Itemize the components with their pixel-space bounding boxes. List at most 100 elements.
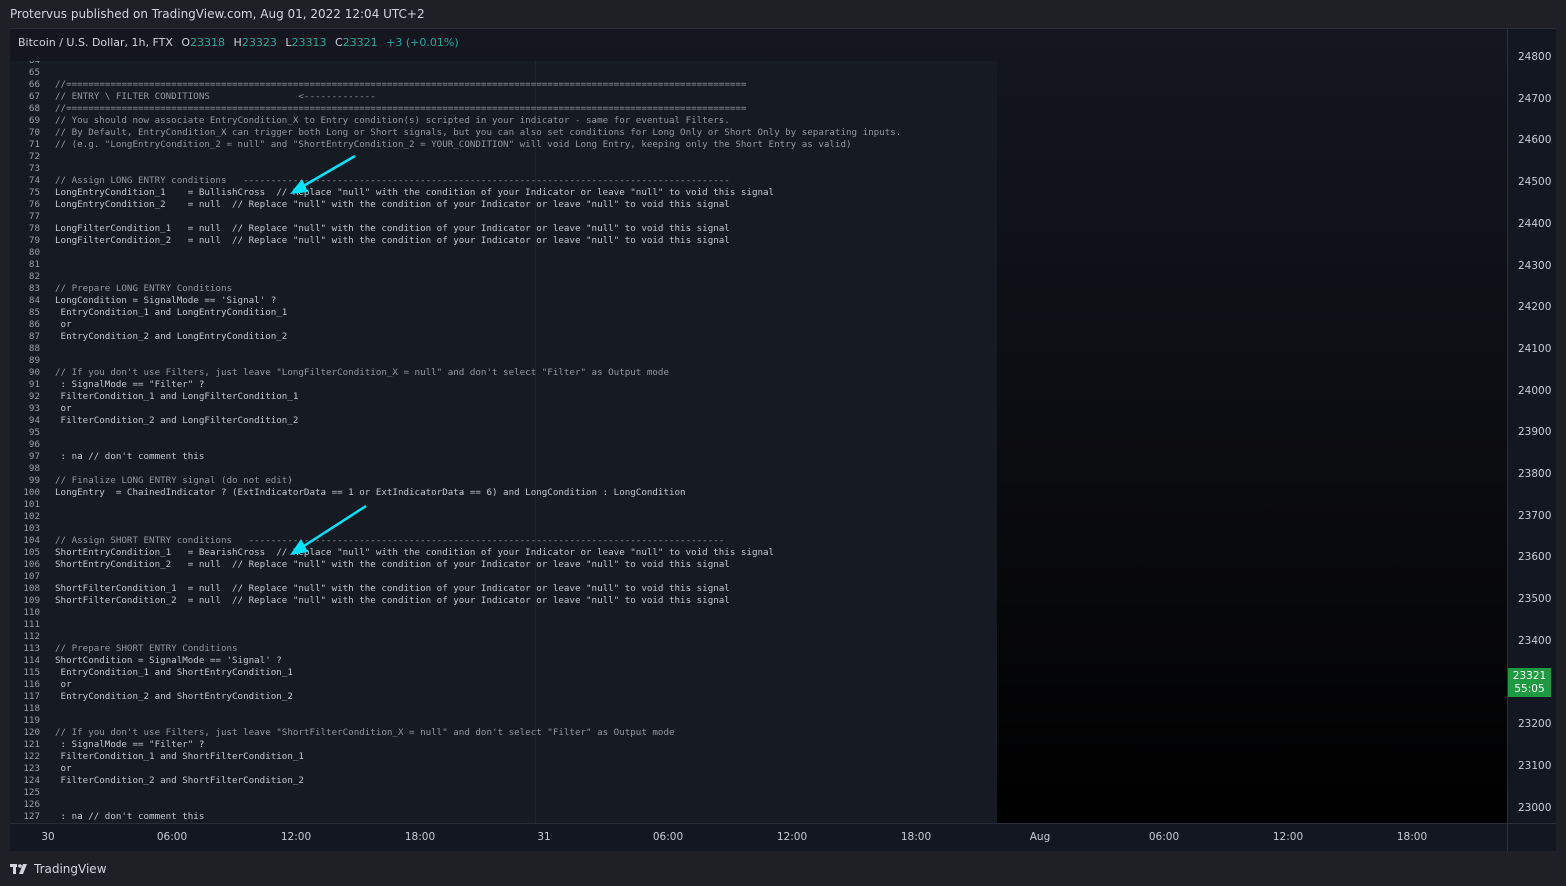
open-value: 23318 [190,36,226,49]
code-line: 82 [10,271,901,283]
line-text: or [55,403,72,414]
line-text: LongEntryCondition_1 = BullishCross // R… [55,187,775,198]
line-number: 112 [23,631,40,642]
high-label: H [233,36,242,49]
line-text: ShortFilterCondition_1 = null // Replace… [55,583,730,594]
tradingview-wordmark: TradingView [34,862,107,876]
line-text: // If you don't use Filters, just leave … [55,727,675,738]
axis-corner[interactable] [1507,823,1556,851]
code-line: 92 FilterCondition_1 and LongFilterCondi… [10,391,901,403]
symbol-legend[interactable]: Bitcoin / U.S. Dollar, 1h, FTX O23318 H 2… [18,36,459,49]
price-tick: 24800 [1518,51,1552,63]
code-line: 95 [10,427,901,439]
line-number: 85 [28,307,40,318]
code-line: 93 or [10,403,901,415]
code-line: 91 : SignalMode == "Filter" ? [10,379,901,391]
open-label: O [181,36,191,49]
code-line: 124 FilterCondition_2 and ShortFilterCon… [10,775,901,787]
code-line: 126 [10,799,901,811]
line-text: LongEntryCondition_2 = null // Replace "… [55,199,730,210]
line-number: 101 [23,499,40,510]
code-line: 65 [10,67,901,79]
line-text: FilterCondition_2 and LongFilterConditio… [55,415,299,426]
code-line: 114 ShortCondition = SignalMode == 'Signa… [10,655,901,667]
line-number: 124 [23,775,40,786]
code-line: 115 EntryCondition_1 and ShortEntryCondi… [10,667,901,679]
code-line: 119 [10,715,901,727]
code-line: 79 LongFilterCondition_2 = null // Replac… [10,235,901,247]
code-line: 122 FilterCondition_1 and ShortFilterCon… [10,751,901,763]
time-tick: 12:00 [280,831,312,843]
line-number: 103 [23,523,40,534]
line-number: 123 [23,763,40,774]
price-tick: 24200 [1518,301,1552,314]
line-text: // You should now associate EntryConditi… [55,115,730,126]
line-number: 67 [28,91,40,102]
code-line: 99 // Finalize LONG ENTRY signal (do not … [10,475,901,487]
line-number: 65 [28,67,40,78]
line-number: 102 [23,511,40,522]
line-number: 99 [28,475,40,486]
code-line: 107 [10,571,901,583]
time-tick: 18:00 [1396,831,1428,843]
code-line: 75 LongEntryCondition_1 = BullishCross //… [10,187,901,199]
current-price: 23321 [1512,670,1547,682]
code-line: 87 EntryCondition_2 and LongEntryConditi… [10,331,901,343]
code-line: 127 : na // don't comment this [10,811,901,823]
price-tick: 23500 [1518,593,1552,606]
line-text: or [55,679,72,690]
line-text: // Prepare SHORT ENTRY Conditions [55,643,238,654]
code-line: 71 // (e.g. "LongEntryCondition_2 = null"… [10,139,901,151]
time-tick: 06:00 [156,831,188,843]
line-number: 75 [28,187,40,198]
line-number: 110 [23,607,40,618]
line-text: // (e.g. "LongEntryCondition_2 = null" a… [55,139,852,150]
line-text: // Assign SHORT ENTRY conditions -------… [55,535,725,546]
code-line: 72 [10,151,901,163]
time-tick: 31 [537,831,551,843]
code-line: 116 or [10,679,901,691]
line-number: 90 [28,367,40,378]
line-text: EntryCondition_1 and LongEntryCondition_… [55,307,288,318]
code-line: 74 // Assign LONG ENTRY conditions ------… [10,175,901,187]
code-line: 94 FilterCondition_2 and LongFilterCondi… [10,415,901,427]
line-number: 105 [23,547,40,558]
code-line: 90 // If you don't use Filters, just leav… [10,367,901,379]
line-number: 125 [23,787,40,798]
line-number: 86 [28,319,40,330]
chart-frame[interactable]: Bitcoin / U.S. Dollar, 1h, FTX O23318 H 2… [10,28,1556,851]
code-line: 81 [10,259,901,271]
line-number: 113 [23,643,40,654]
line-text: ShortFilterCondition_2 = null // Replace… [55,595,730,606]
time-tick: 12:00 [776,831,808,843]
code-line: 111 [10,619,901,631]
low-value: 23313 [291,36,327,49]
line-number: 83 [28,283,40,294]
symbol-name[interactable]: Bitcoin / U.S. Dollar, 1h, FTX [18,36,173,49]
close-label: C [334,36,343,49]
code-line: 117 EntryCondition_2 and ShortEntryCondi… [10,691,901,703]
price-tick: 24700 [1518,92,1552,105]
price-axis[interactable]: 23321 55:05 24800 24700 24600 24500 24400 243… [1507,29,1556,823]
line-number: 119 [23,715,40,726]
line-text: or [55,319,72,330]
line-text: // Finalize LONG ENTRY signal (do not ed… [55,475,293,486]
time-tick: Aug [1029,831,1051,843]
code-line: 73 [10,163,901,175]
price-tick: 24100 [1518,342,1552,355]
line-text: : na // don't comment this [55,811,205,822]
code-line: 101 [10,499,901,511]
time-tick: 18:00 [404,831,436,843]
code-line: 77 [10,211,901,223]
line-number: 82 [28,271,40,282]
line-number: 66 [28,79,40,90]
line-number: 121 [23,739,40,750]
code-line: 103 [10,523,901,535]
code-line: 100 LongEntry = ChainedIndicator ? (ExtIn… [10,487,901,499]
code-line: 125 [10,787,901,799]
time-axis[interactable]: 30 06:00 12:00 18:00 31 06:00 12:00 18:00 Aug 06:… [10,823,1507,851]
line-number: 81 [28,259,40,270]
price-tick: 23800 [1518,468,1552,480]
tradingview-brand[interactable]: TradingView [10,862,107,876]
bar-countdown: 55:05 [1514,683,1545,695]
